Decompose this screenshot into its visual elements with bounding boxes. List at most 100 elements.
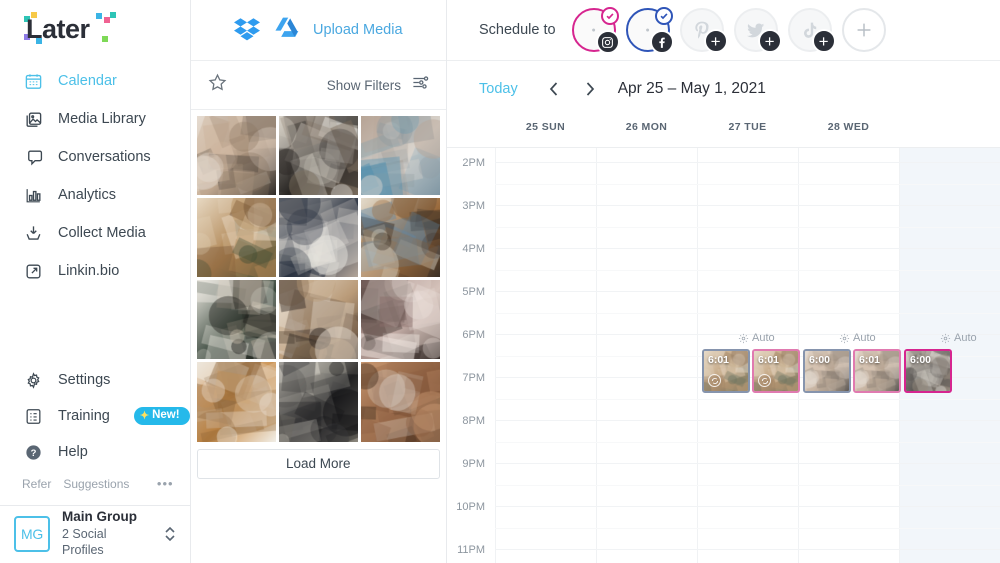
auto-schedule-label: Auto — [738, 332, 775, 344]
group-name: Main Group — [62, 508, 137, 524]
media-thumbnail[interactable] — [360, 280, 440, 360]
half-hour-line — [495, 441, 1000, 443]
time-label: 6PM — [462, 329, 485, 341]
twitter-profile[interactable]: + — [733, 8, 782, 53]
group-switcher[interactable]: MG Main Group 2 Social Profiles — [0, 505, 190, 563]
sidebar-item-media-library[interactable]: Media Library — [0, 100, 190, 138]
instagram-profile[interactable]: ● — [571, 7, 620, 54]
brown-leather-laptop-sleeve — [360, 362, 440, 442]
sidebar-nav: Calendar Media Library Conversations Ana… — [0, 52, 190, 290]
post-time: 6:00 — [809, 354, 831, 366]
person-sitting-on-cliff-at-sunrise — [360, 280, 440, 360]
sparkle-icon: ✦ — [139, 409, 150, 422]
sidebar-item-collect-media[interactable]: Collect Media — [0, 214, 190, 252]
sparkle-icon — [738, 333, 749, 343]
media-library-icon — [22, 108, 44, 130]
sidebar-item-linkin-bio[interactable]: Linkin.bio — [0, 252, 190, 290]
media-thumbnail[interactable] — [196, 280, 276, 360]
media-thumbnail[interactable] — [360, 362, 440, 442]
media-thumbnail[interactable] — [196, 198, 276, 278]
media-thumbnail[interactable] — [278, 362, 358, 442]
profile-avatar: ● — [591, 26, 596, 34]
sidebar-item-label: Calendar — [58, 73, 117, 89]
sidebar: Later Calendar Media Library Conversatio… — [0, 0, 191, 563]
day-header-4 — [899, 117, 1000, 147]
scheduled-post[interactable]: 6:01 — [853, 349, 901, 393]
sparkle-icon — [940, 333, 951, 343]
show-filters-button[interactable]: Show Filters — [327, 78, 401, 93]
upload-bar: Upload Media — [190, 0, 446, 61]
sidebar-item-calendar[interactable]: Calendar — [0, 62, 190, 100]
date-range-label: Apr 25 – May 1, 2021 — [617, 80, 766, 97]
sidebar-item-label: Settings — [58, 372, 111, 388]
sidebar-item-analytics[interactable]: Analytics — [0, 176, 190, 214]
new-badge-label: New! — [152, 409, 180, 422]
conversations-icon — [22, 146, 44, 168]
hour-line — [495, 162, 1000, 163]
half-hour-line — [495, 269, 1000, 271]
refer-link[interactable]: Refer — [22, 477, 51, 491]
suggestions-link[interactable]: Suggestions — [63, 477, 129, 491]
day-header-1: 26 MON — [625, 121, 668, 133]
sidebar-item-training[interactable]: Training ✦ New! — [0, 398, 190, 434]
pinterest-profile[interactable]: + — [679, 8, 728, 53]
google-drive-icon[interactable] — [274, 15, 299, 45]
post-time: 6:01 — [859, 354, 881, 366]
check-icon — [654, 7, 673, 25]
day-headers: 25 SUN 26 MON 27 TUE 28 WED — [447, 117, 1000, 147]
sidebar-bottom: Settings Training ✦ New! ? Help Refer Su… — [0, 362, 190, 563]
logo-text: Later — [26, 14, 90, 44]
add-icon[interactable]: + — [703, 29, 728, 53]
avatar: MG — [14, 515, 50, 552]
auto-schedule-label: Auto — [940, 332, 977, 344]
sliders-icon[interactable] — [411, 73, 430, 97]
person-holding-open-book — [278, 198, 358, 278]
load-more-button[interactable]: Load More — [196, 448, 440, 479]
add-icon[interactable]: + — [811, 29, 836, 53]
training-icon — [22, 405, 44, 427]
facebook-profile[interactable]: ● — [625, 7, 674, 54]
check-icon — [600, 7, 619, 25]
media-thumbnail[interactable] — [196, 116, 276, 196]
chevron-up-down-icon — [164, 525, 176, 543]
dark-flatlay-with-frame-and-candle — [278, 116, 358, 196]
more-options-icon[interactable]: ••• — [157, 476, 174, 491]
today-button[interactable]: Today — [479, 81, 518, 97]
latte-art-coffee-on-table — [196, 198, 276, 278]
next-week-button[interactable] — [576, 75, 604, 103]
prev-week-button[interactable] — [540, 75, 568, 103]
scheduled-post[interactable]: 6:01 — [702, 349, 750, 393]
calendar-body[interactable]: 2PM 3PM 4PM 5PM 6PM 7PM 8PM 9PM 10PM 11PM Auto 6:0… — [447, 147, 1000, 563]
logo-pixel — [96, 13, 102, 19]
sidebar-item-settings[interactable]: Settings — [0, 362, 190, 398]
laptop-on-wooden-desk — [196, 116, 276, 196]
sidebar-item-label: Media Library — [58, 111, 146, 127]
media-thumbnail[interactable] — [278, 116, 358, 196]
tiktok-profile[interactable]: + — [787, 8, 836, 53]
add-profile-button[interactable] — [841, 8, 886, 52]
logo[interactable]: Later — [0, 0, 190, 52]
sidebar-item-help[interactable]: ? Help — [0, 434, 190, 470]
media-thumbnail[interactable] — [196, 362, 276, 442]
app-root: Later Calendar Media Library Conversatio… — [0, 0, 1000, 563]
scheduled-post[interactable]: 6:00 — [904, 349, 952, 393]
media-thumbnail[interactable] — [360, 116, 440, 196]
media-thumbnail[interactable] — [278, 280, 358, 360]
instagram-icon — [595, 30, 620, 54]
time-gutter: 2PM 3PM 4PM 5PM 6PM 7PM 8PM 9PM 10PM 11PM — [447, 148, 495, 563]
media-thumbnail[interactable] — [278, 198, 358, 278]
add-icon[interactable]: + — [757, 29, 782, 53]
scheduled-post[interactable]: 6:01 — [752, 349, 800, 393]
post-time: 6:00 — [910, 354, 932, 366]
sidebar-bottom-nav: Settings Training ✦ New! ? Help — [0, 362, 190, 470]
sidebar-item-label: Analytics — [58, 187, 117, 203]
dropbox-icon[interactable] — [234, 15, 261, 46]
upload-media-link[interactable]: Upload Media — [313, 22, 402, 38]
star-icon[interactable] — [207, 72, 228, 98]
sidebar-item-label: Linkin.bio — [58, 263, 120, 279]
half-hour-line — [495, 183, 1000, 185]
facebook-icon — [649, 30, 674, 54]
sidebar-item-conversations[interactable]: Conversations — [0, 138, 190, 176]
scheduled-post[interactable]: 6:00 — [803, 349, 851, 393]
media-thumbnail[interactable] — [360, 198, 440, 278]
